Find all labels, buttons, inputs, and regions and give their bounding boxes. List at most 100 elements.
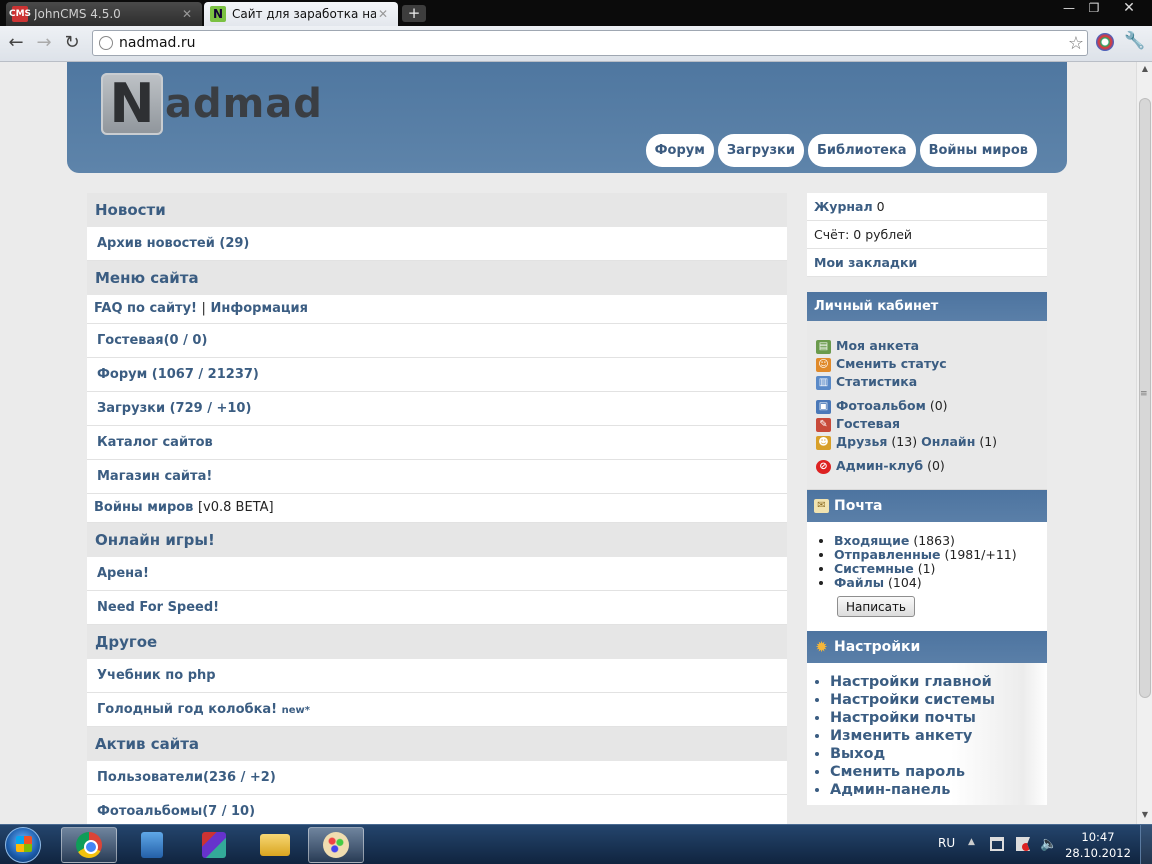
change-status-link[interactable]: Сменить статус	[836, 356, 947, 371]
settings-home-link[interactable]: Настройки главной	[830, 673, 1047, 691]
gear-icon: ✹	[815, 638, 828, 656]
back-arrow-icon[interactable]: ←	[4, 32, 28, 54]
separator: |	[201, 301, 206, 316]
scroll-down-arrow-icon[interactable]: ▼	[1137, 810, 1152, 819]
nav-world-wars[interactable]: Войны миров	[919, 134, 1037, 167]
url-text[interactable]: nadmad.ru	[119, 35, 1065, 51]
nav-downloads[interactable]: Загрузки	[717, 134, 804, 167]
photoalbum-count: (0)	[929, 398, 948, 413]
folder-icon	[260, 834, 290, 856]
edit-profile-link[interactable]: Изменить анкету	[830, 727, 1047, 745]
friends-count: (13)	[891, 434, 918, 449]
photoalbums-link[interactable]: Фотоальбомы(7 / 10)	[87, 795, 787, 824]
nfs-link[interactable]: Need For Speed!	[87, 591, 787, 625]
tab-nadmad[interactable]: N Сайт для заработка на пос ✕	[204, 2, 398, 26]
kolobok-link[interactable]: Голодный год колобка!	[97, 702, 277, 717]
nav-library[interactable]: Библиотека	[807, 134, 916, 167]
my-profile-link[interactable]: Моя анкета	[836, 338, 919, 353]
tab-close-icon[interactable]: ✕	[180, 7, 194, 21]
admin-club-link[interactable]: Админ-клуб	[836, 458, 923, 473]
network-icon[interactable]	[990, 837, 1004, 851]
friends-link[interactable]: Друзья	[836, 434, 887, 449]
guestbook-link[interactable]: Гостевая(0 / 0)	[87, 324, 787, 358]
reload-icon[interactable]: ↻	[60, 32, 84, 54]
volume-icon[interactable]: 🔈	[1040, 837, 1057, 851]
friends-icon: ☻	[816, 435, 831, 450]
document-icon	[141, 832, 163, 858]
extension-icon[interactable]	[1096, 33, 1114, 51]
write-message-button[interactable]: Написать	[837, 596, 915, 617]
clock-date: 28.10.2012	[1065, 846, 1131, 860]
show-desktop-button[interactable]	[1140, 825, 1152, 864]
cabinet-guestbook-link[interactable]: Гостевая	[836, 416, 900, 431]
profile-icon: ▤	[816, 339, 831, 354]
statistics-link[interactable]: Статистика	[836, 374, 917, 389]
photoalbum-link[interactable]: Фотоальбом	[836, 398, 926, 413]
section-site-menu: Меню сайта	[87, 261, 787, 295]
clock[interactable]: 10:47 28.10.2012	[1060, 829, 1136, 861]
vertical-scrollbar[interactable]: ▲ ≡ ▼	[1136, 62, 1152, 824]
palette-icon	[323, 832, 349, 858]
files-link[interactable]: Файлы	[834, 575, 884, 590]
site-header: N admad Форум Загрузки Библиотека Войны …	[67, 62, 1067, 173]
journal-link[interactable]: Журнал	[814, 199, 873, 214]
forward-arrow-icon[interactable]: →	[32, 32, 56, 54]
start-button[interactable]	[5, 827, 41, 863]
online-link[interactable]: Онлайн	[921, 434, 975, 449]
change-password-link[interactable]: Сменить пароль	[830, 763, 1047, 781]
close-window-button[interactable]: ✕	[1106, 0, 1152, 18]
action-center-flag-icon[interactable]	[1016, 837, 1030, 851]
arena-link[interactable]: Арена!	[87, 557, 787, 591]
wrench-icon[interactable]: 🔧	[1124, 31, 1146, 51]
info-link[interactable]: Информация	[210, 301, 308, 316]
settings-mail-link[interactable]: Настройки почты	[830, 709, 1047, 727]
minimize-button[interactable]: —	[1056, 0, 1082, 18]
taskbar-paint[interactable]	[308, 827, 364, 863]
scroll-up-arrow-icon[interactable]: ▲	[1137, 64, 1152, 73]
downloads-link[interactable]: Загрузки (729 / +10)	[87, 392, 787, 426]
tray-expand-icon[interactable]: ▲	[968, 837, 975, 847]
section-news: Новости	[87, 193, 787, 227]
bookmark-star-icon[interactable]: ☆	[1065, 33, 1087, 54]
system-link[interactable]: Системные	[834, 561, 914, 576]
chrome-icon	[76, 832, 102, 858]
section-online-games: Онлайн игры!	[87, 523, 787, 557]
taskbar-chrome[interactable]	[61, 827, 117, 863]
tab-bar: CMS JohnCMS 4.5.0 ✕ N Сайт для заработка…	[0, 0, 1152, 26]
taskbar-documents[interactable]	[124, 827, 180, 863]
sent-link[interactable]: Отправленные	[834, 547, 941, 562]
logout-link[interactable]: Выход	[830, 745, 1047, 763]
system-count: (1)	[917, 561, 936, 576]
guestbook-icon: ✎	[816, 417, 831, 432]
users-status-icon: ☺	[816, 357, 831, 372]
address-bar[interactable]: nadmad.ru ☆	[92, 30, 1088, 56]
tab-johncms[interactable]: CMS JohnCMS 4.5.0 ✕	[6, 2, 202, 26]
language-indicator[interactable]: RU	[938, 836, 955, 850]
catalog-link[interactable]: Каталог сайтов	[87, 426, 787, 460]
settings-system-link[interactable]: Настройки системы	[830, 691, 1047, 709]
admin-panel-link[interactable]: Админ-панель	[830, 781, 1047, 799]
forum-link[interactable]: Форум (1067 / 21237)	[87, 358, 787, 392]
taskbar: RU ▲ 🔈 10:47 28.10.2012	[0, 824, 1152, 864]
users-link[interactable]: Пользователи(236 / +2)	[87, 761, 787, 795]
taskbar-tool[interactable]	[186, 827, 242, 863]
mail-files-item: Файлы (104)	[834, 576, 1047, 590]
mail-inbox-item: Входящие (1863)	[834, 534, 1047, 548]
news-archive-link[interactable]: Архив новостей (29)	[87, 227, 787, 261]
taskbar-explorer[interactable]	[247, 827, 303, 863]
wars-link[interactable]: Войны миров	[94, 500, 193, 515]
section-site-activity: Актив сайта	[87, 727, 787, 761]
bookmarks-link[interactable]: Мои закладки	[814, 255, 917, 270]
restore-button[interactable]: ❐	[1082, 0, 1106, 18]
inbox-link[interactable]: Входящие	[834, 533, 909, 548]
site-logo[interactable]: N admad	[101, 72, 323, 136]
tab-close-icon[interactable]: ✕	[376, 7, 390, 21]
php-tutorial-link[interactable]: Учебник по php	[87, 659, 787, 693]
shop-link[interactable]: Магазин сайта!	[87, 460, 787, 494]
faq-link[interactable]: FAQ по сайту!	[94, 301, 197, 316]
nav-forum[interactable]: Форум	[645, 134, 714, 167]
logo-word: admad	[165, 81, 323, 127]
mail-panel: Входящие (1863) Отправленные (1981/+11) …	[807, 522, 1047, 631]
wars-version: [v0.8 BETA]	[197, 500, 274, 515]
new-tab-button[interactable]: +	[402, 5, 426, 22]
